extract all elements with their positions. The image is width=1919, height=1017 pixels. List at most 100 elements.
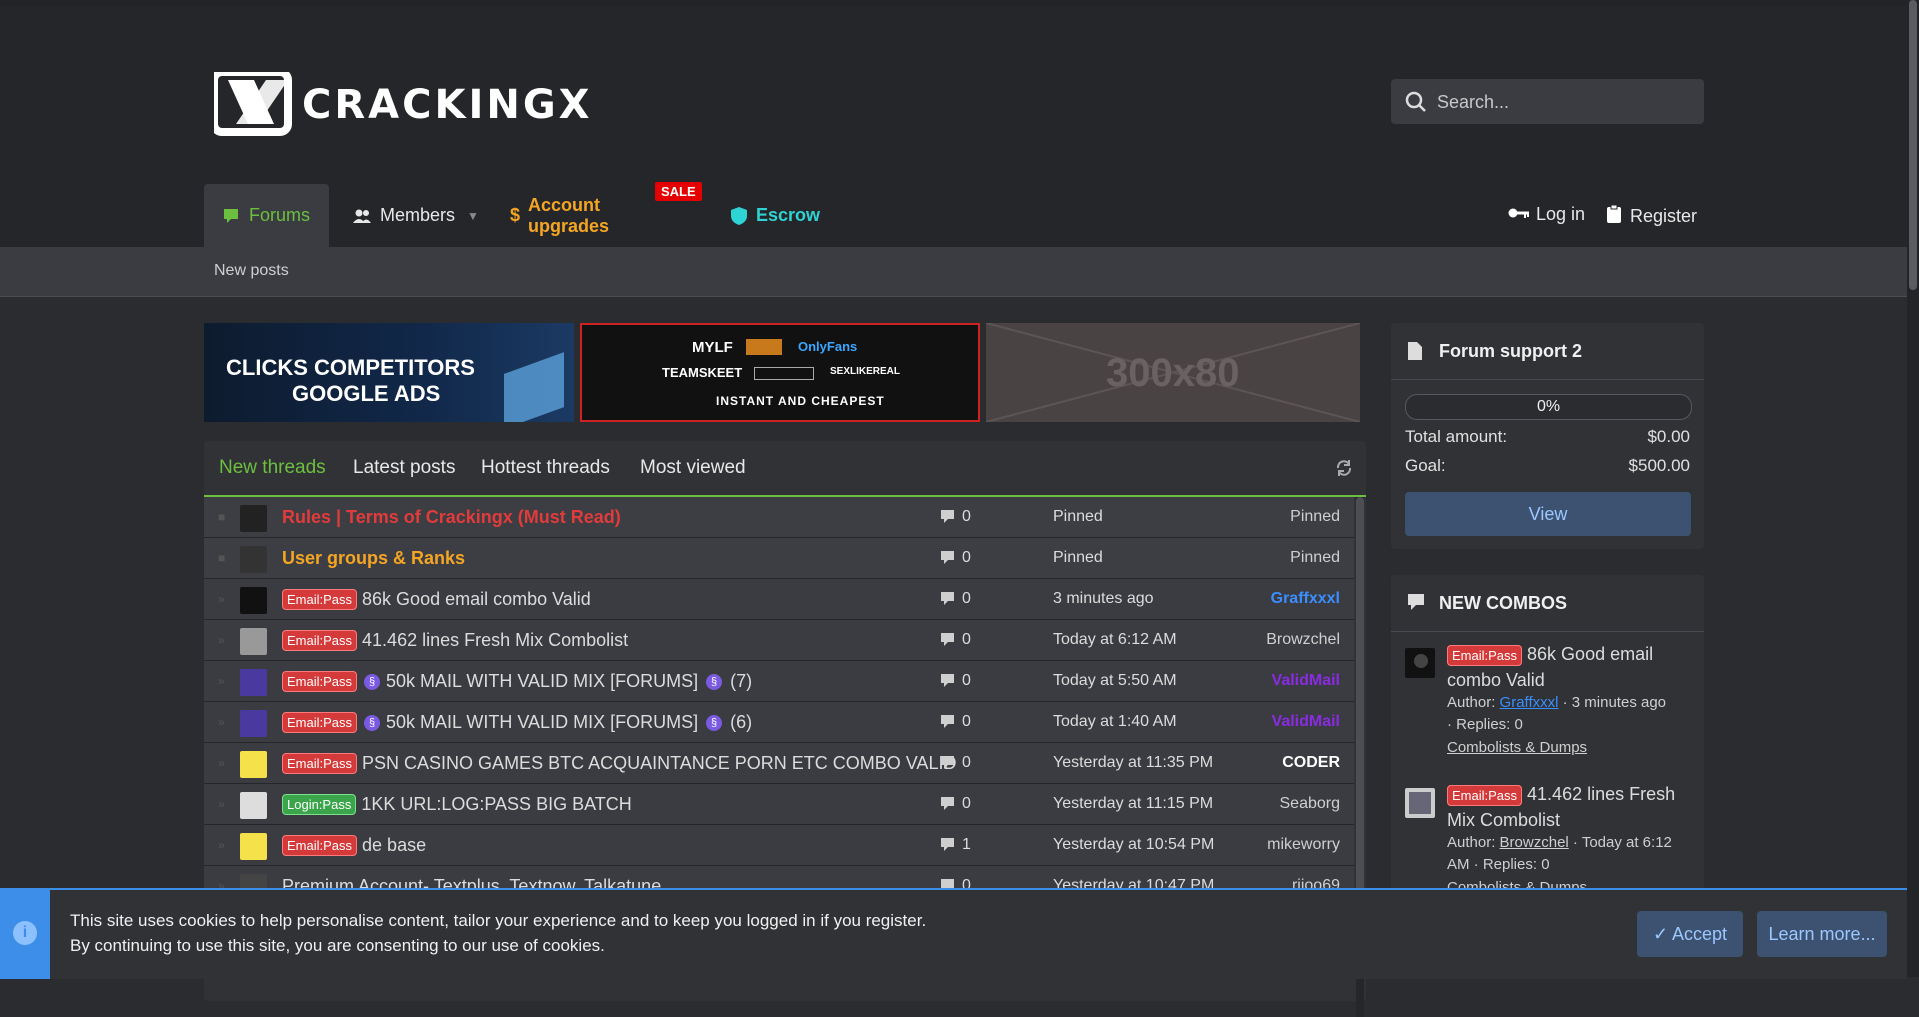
thread-author[interactable]: Pinned [1290,549,1340,567]
members-icon [352,208,372,224]
ad-placeholder[interactable]: 300x80 [986,323,1360,422]
avatar[interactable] [1405,648,1435,678]
avatar[interactable] [240,792,267,819]
thread-title[interactable]: Email:Pass § 50k MAIL WITH VALID MIX [FORU… [282,671,752,692]
prefix-tag: Email:Pass [282,835,358,856]
thread-author[interactable]: ValidMail [1272,672,1340,690]
avatar[interactable] [240,669,267,696]
banner1-line2: GOOGLE ADS [292,381,441,406]
thread-time[interactable]: Yesterday at 11:35 PM [1053,754,1213,772]
ad-banner-google-ads[interactable]: CLICKS COMPETITORS GOOGLE ADS [204,323,574,422]
avatar[interactable] [240,587,267,614]
thread-time[interactable]: Today at 1:40 AM [1053,713,1177,731]
refresh-icon[interactable] [1335,459,1353,477]
accept-button[interactable]: ✓ Accept [1637,911,1743,957]
avatar[interactable] [1405,788,1435,818]
thread-author[interactable]: Browzchel [1266,631,1340,649]
thread-time[interactable]: Pinned [1053,508,1103,526]
table-row[interactable]: » Email:Pass de base 1 Yesterday at 10:54 PM… [204,825,1354,866]
thread-author[interactable]: ValidMail [1272,713,1340,731]
thread-title[interactable]: Login:Pass 1KK URL:LOG:PASS BIG BATCH [282,794,632,815]
combo-forum: Combolists & Dumps [1447,737,1692,759]
avatar[interactable] [240,505,267,532]
thread-title[interactable]: Email:Pass 86k Good email combo Valid [282,589,591,610]
goal-row: Goal: $500.00 [1405,456,1690,476]
author-link[interactable]: Browzchel [1500,834,1569,851]
thread-time[interactable]: Pinned [1053,549,1103,567]
table-row[interactable]: » Login:Pass 1KK URL:LOG:PASS BIG BATCH 0 Ye… [204,784,1354,825]
crackingx-logo[interactable]: CRACKINGX [214,72,684,146]
comment-icon [1408,594,1424,610]
table-row[interactable]: » Email:Pass PSN CASINO GAMES BTC ACQUAINT… [204,743,1354,784]
thread-time[interactable]: Yesterday at 11:15 PM [1053,795,1213,813]
reply-count: 0 [940,549,971,567]
combo-title[interactable]: Email:Pass 86k Good email combo Valid [1447,642,1692,692]
thread-author[interactable]: Seaborg [1280,795,1341,813]
avatar[interactable] [240,751,267,778]
search-input[interactable] [1435,79,1689,126]
table-row[interactable]: ■ User groups & Ranks 0 Pinned Pinned [204,538,1354,579]
combo-meta: Author: Browzchel · Today at 6:12 AM · R… [1447,832,1692,876]
goal-value: $500.00 [1628,456,1690,475]
combo-title[interactable]: Email:Pass 41.462 lines Fresh Mix Comboli… [1447,782,1692,832]
chevron-down-icon: ▼ [467,208,479,223]
page-scroll-thumb[interactable] [1909,0,1917,290]
thread-author[interactable]: Graffxxxl [1271,590,1340,608]
thread-title[interactable]: Email:Pass § 50k MAIL WITH VALID MIX [FORU… [282,712,752,733]
thread-time[interactable]: Today at 5:50 AM [1053,672,1177,690]
avatar[interactable] [240,710,267,737]
table-row[interactable]: ■ Rules | Terms of Crackingx (Must Read) 0… [204,497,1354,538]
nav-tab-account-upgrades[interactable]: $ Account upgrades [510,184,609,247]
thread-title[interactable]: Email:Pass 41.462 lines Fresh Mix Comboli… [282,630,628,651]
avatar[interactable] [240,546,267,573]
thread-list-scroll-thumb[interactable] [1356,497,1364,917]
reply-count-value: 0 [962,590,971,607]
nav-tab-forums[interactable]: Forums [204,184,329,247]
nav-tab-escrow[interactable]: Escrow [730,184,820,247]
thread-title[interactable]: Rules | Terms of Crackingx (Must Read) [282,507,621,528]
tab-most-viewed[interactable]: Most viewed [640,457,746,479]
thread-title[interactable]: Email:Pass PSN CASINO GAMES BTC ACQUAINTA… [282,753,956,774]
tab-hottest-threads[interactable]: Hottest threads [481,457,610,479]
reply-count-value: 0 [962,754,971,771]
tab-latest-posts[interactable]: Latest posts [353,457,455,479]
search-box[interactable] [1391,79,1704,126]
table-row[interactable]: » Email:Pass 86k Good email combo Valid 0 3 … [204,579,1354,620]
table-row[interactable]: » Email:Pass § 50k MAIL WITH VALID MIX [FOR… [204,661,1354,702]
comments-icon [941,633,954,646]
thread-title-text: PSN CASINO GAMES BTC ACQUAINTANCE PORN E… [362,753,957,773]
avatar[interactable] [240,833,267,860]
ad-banner-accounts[interactable]: MYLF OnlyFans TEAMSKEET SEXLIKEREAL INST… [580,323,980,422]
table-row[interactable]: » Email:Pass 41.462 lines Fresh Mix Combol… [204,620,1354,661]
pin-icon: ■ [218,551,226,565]
reply-count: 0 [940,672,971,690]
thread-time[interactable]: Today at 6:12 AM [1053,631,1177,649]
avatar[interactable] [240,628,267,655]
tab-new-threads[interactable]: New threads [219,457,326,479]
clipboard-icon [1606,204,1622,229]
view-button[interactable]: View [1405,492,1691,536]
new-posts-link[interactable]: New posts [214,262,289,280]
thread-time[interactable]: 3 minutes ago [1053,590,1154,608]
table-row[interactable]: » Email:Pass § 50k MAIL WITH VALID MIX [FOR… [204,702,1354,743]
reply-count: 0 [940,590,971,608]
thread-author[interactable]: mikeworry [1267,836,1340,854]
author-link[interactable]: Graffxxxl [1500,694,1559,711]
register-link[interactable]: Register [1606,204,1697,229]
check-icon: ✓ [1652,924,1673,944]
banner2-mylf: MYLF [692,339,733,356]
thread-title[interactable]: User groups & Ranks [282,548,465,569]
thread-title[interactable]: Email:Pass de base [282,835,426,856]
unread-icon: » [218,797,225,811]
nav-tab-members[interactable]: Members ▼ [352,184,479,247]
page-scrollbar[interactable] [1907,0,1919,977]
thread-time[interactable]: Yesterday at 10:54 PM [1053,836,1214,854]
forum-link[interactable]: Combolists & Dumps [1447,739,1587,756]
learn-more-button[interactable]: Learn more... [1757,911,1887,957]
login-link[interactable]: Log in [1508,204,1585,225]
total-amount-row: Total amount: $0.00 [1405,427,1690,447]
nav-escrow-label: Escrow [756,205,821,225]
combo-time: · 3 minutes ago [1562,694,1667,711]
thread-author[interactable]: CODER [1282,754,1340,772]
thread-author[interactable]: Pinned [1290,508,1340,526]
